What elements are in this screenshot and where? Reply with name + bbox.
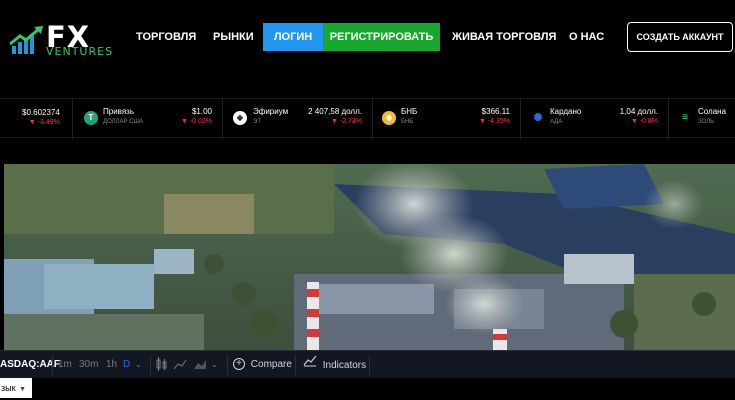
nav-register-button[interactable]: РЕГИСТРИРОВАТЬ (323, 23, 440, 51)
ticker-name: Солана (698, 107, 727, 116)
ticker-divider (72, 99, 73, 139)
brand-subname: VENTURES (46, 45, 114, 58)
ticker-sub: БНБ (401, 119, 414, 125)
indicators-label: Indicators (322, 359, 367, 371)
solana-icon: ≡ (682, 112, 688, 123)
ticker-divider (372, 99, 373, 139)
indicators-icon (303, 351, 317, 379)
ticker-divider (520, 99, 521, 139)
ticker-sub: ЭТ (253, 119, 261, 125)
toolbar-divider (52, 355, 53, 375)
bnb-icon: ◈ (382, 111, 396, 125)
ticker-divider (668, 99, 669, 139)
nav-live-trading[interactable]: ЖИВАЯ ТОРГОВЛЯ (452, 23, 556, 51)
brand-logo[interactable]: FX VENTURES (10, 20, 115, 62)
ticker-sub: АДА (550, 119, 563, 125)
ticker-name: БНБ (401, 107, 418, 116)
ticker-quote-cardano: 1,04 долл. ▼ -0.8% (612, 107, 658, 125)
cardano-icon: ✺ (533, 112, 543, 124)
ticker-price: 1,04 долл. (619, 107, 658, 116)
ticker-divider (222, 99, 223, 139)
ticker-change: ▼ -0.8% (630, 118, 658, 125)
language-select[interactable]: зык ▼ (0, 378, 32, 398)
nav-login-button[interactable]: ЛОГИН (263, 23, 323, 51)
compare-button[interactable]: + Compare (233, 351, 292, 379)
ticker-price: $1.00 (191, 107, 212, 116)
ticker-price: $0.602374 (22, 108, 60, 117)
chart-arrow-logo-icon (10, 26, 43, 54)
chart-toolbar: ASDAQ:AAF 1m 30m 1h D ⌄ ⌄ + Compare Indi… (0, 350, 735, 378)
chart-type-dropdown-icon[interactable]: ⌄ (211, 351, 218, 379)
ticker-quote-bnb: $366.11 ▼ -4.35% (470, 107, 510, 125)
ticker-item-bnb[interactable]: БНБ БНБ (401, 107, 417, 125)
ticker-name: Кардано (550, 107, 582, 116)
ticker-item-partial[interactable]: $0.602374 ▼ -3.49% (22, 108, 60, 126)
toolbar-divider (227, 355, 228, 375)
interval-30m[interactable]: 30m (79, 351, 98, 379)
ticker-item-solana[interactable]: Солана ЗОЛЬ (698, 107, 726, 125)
ticker-change: ▼ -4.35% (478, 118, 510, 125)
ticker-quote-tether: $1.00 ▼ -0.02% (180, 107, 212, 125)
crypto-ticker: $0.602374 ▼ -3.49% T Привязь ДОЛЛАР США … (0, 98, 735, 139)
ticker-item-ethereum[interactable]: Эфириум ЭТ (253, 107, 288, 125)
ticker-change: ▼ -3.49% (28, 119, 60, 126)
nav-about[interactable]: О НАС (569, 23, 604, 51)
ticker-name: Привязь (103, 107, 134, 116)
interval-1m[interactable]: 1m (58, 351, 72, 379)
ticker-price: 2 407,58 долл. (308, 107, 362, 116)
dropdown-arrow-icon: ▼ (19, 386, 26, 393)
ticker-item-tether[interactable]: Привязь ДОЛЛАР США (103, 107, 143, 125)
toolbar-divider (295, 355, 296, 375)
ticker-sub: ДОЛЛАР США (103, 119, 144, 125)
interval-active[interactable]: D (123, 351, 130, 379)
ticker-change: ▼ -0.02% (180, 118, 212, 125)
tether-icon: T (84, 111, 98, 125)
create-account-button[interactable]: СОЗДАТЬ АККАУНТ (627, 22, 733, 52)
language-label: зык (1, 383, 16, 393)
interval-1h[interactable]: 1h (106, 351, 117, 379)
nav-trade[interactable]: ТОРГОВЛЯ (136, 23, 196, 51)
indicators-button[interactable]: Indicators (303, 351, 366, 379)
ticker-price: $366.11 (481, 107, 510, 116)
compare-label: Compare (250, 359, 292, 370)
toolbar-divider (150, 355, 151, 375)
nav-markets[interactable]: РЫНКИ (213, 23, 254, 51)
hero-aerial-image (4, 164, 735, 350)
ticker-item-cardano[interactable]: Кардано АДА (550, 107, 581, 125)
ticker-quote-ethereum: 2 407,58 долл. ▼ -2.73% (300, 107, 362, 125)
interval-dropdown-icon[interactable]: ⌄ (135, 351, 142, 379)
ticker-name: Эфириум (253, 107, 289, 116)
symbol-label[interactable]: ASDAQ:AAF (0, 351, 60, 379)
ticker-change: ▼ -2.73% (330, 118, 362, 125)
ticker-sub: ЗОЛЬ (698, 119, 715, 125)
candles-chart-type-icon[interactable] (156, 351, 216, 379)
plus-circle-icon: + (233, 358, 245, 371)
power-plant-aerial-illustration (4, 164, 735, 350)
site-header: FX VENTURES ТОРГОВЛЯ РЫНКИ ЛОГИН РЕГИСТР… (0, 0, 735, 74)
toolbar-divider (369, 355, 370, 375)
chart-area (0, 378, 735, 400)
ethereum-icon: ◆ (233, 111, 247, 125)
